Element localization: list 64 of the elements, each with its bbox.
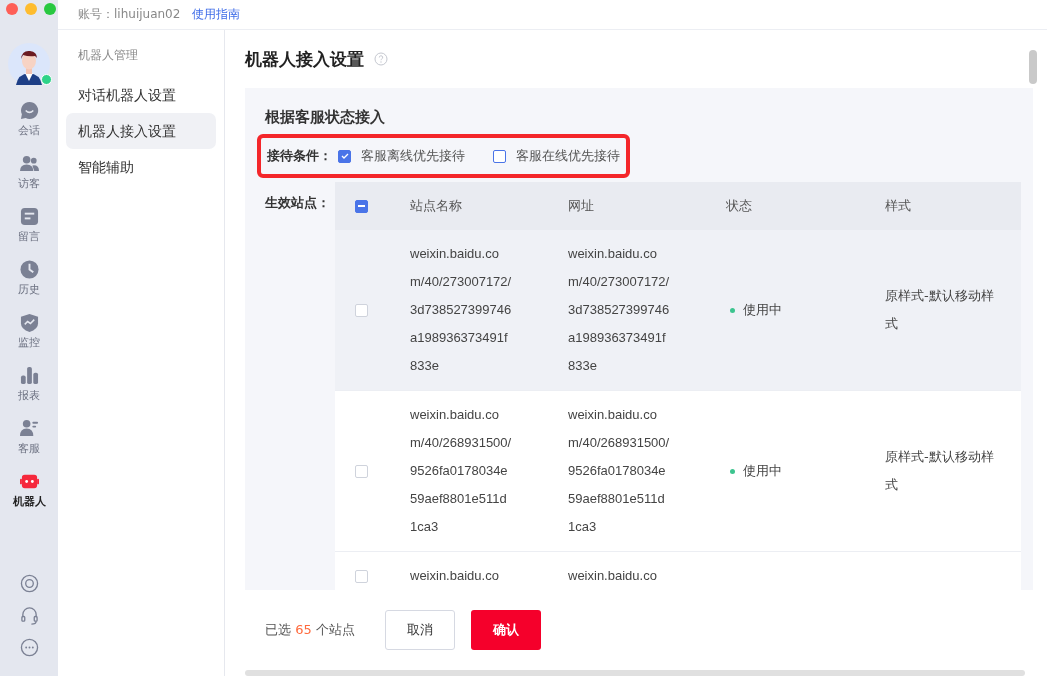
nav-item[interactable]: 访客 — [0, 146, 58, 199]
scrollbar[interactable] — [1029, 50, 1037, 84]
more-icon[interactable] — [19, 638, 39, 657]
checkbox[interactable] — [493, 149, 506, 163]
scrollbar[interactable] — [245, 670, 1025, 676]
column-header: 状态 — [726, 197, 752, 215]
nav-item[interactable]: 机器人 — [0, 464, 58, 517]
page-title: 机器人接入设置 — [245, 47, 364, 71]
section-title: 根据客服状态接入 — [265, 108, 386, 127]
maximize-icon[interactable] — [44, 3, 56, 15]
field-label: 生效站点： — [265, 194, 331, 212]
menu-item[interactable]: 对话机器人设置 — [66, 77, 216, 113]
robot-icon — [19, 472, 39, 491]
table-cell-text: 原样式-默认移动样式 — [885, 448, 995, 494]
settings-icon[interactable] — [19, 574, 39, 593]
nav-item[interactable]: 客服 — [0, 411, 58, 464]
nav-item[interactable]: 留言 — [0, 199, 58, 252]
account-label: 账号：lihuijuan02 — [78, 6, 181, 23]
table-cell-text: 原样式-默认移动样式 — [885, 287, 995, 333]
nav-item[interactable]: 监控 — [0, 305, 58, 358]
minimize-icon[interactable] — [25, 3, 37, 15]
clock-icon — [19, 260, 39, 279]
table-cell-text: weixin.baidu.co — [568, 567, 658, 585]
avatar-icon[interactable] — [8, 43, 50, 85]
person-list-icon — [19, 419, 39, 438]
select-all-checkbox[interactable] — [355, 199, 368, 213]
status-text: 使用中 — [743, 301, 782, 319]
menu-item[interactable]: 智能辅助 — [66, 149, 216, 185]
guide-link[interactable]: 使用指南 — [192, 6, 241, 23]
table-cell-text: weixin.baidu.co — [410, 567, 500, 585]
status-dot — [730, 307, 735, 313]
checkbox-label: 客服在线优先接待 — [516, 147, 620, 165]
shield-icon — [19, 313, 39, 332]
column-header: 样式 — [885, 198, 911, 213]
table-cell-text: weixin.baidu.com/40/273007172/3d738527399746a198936373491f833e — [410, 245, 512, 375]
checkbox-label: 客服离线优先接待 — [361, 147, 465, 165]
help-icon[interactable] — [374, 52, 388, 66]
table-row[interactable]: weixin.baidu.co weixin.baidu.co — [335, 552, 1021, 590]
cancel-button[interactable]: 取消 — [384, 610, 455, 650]
column-header: 网址 — [568, 198, 594, 213]
nav-item[interactable]: 历史 — [0, 252, 58, 305]
confirm-button[interactable]: 确认 — [470, 610, 541, 650]
menu-item[interactable]: 机器人接入设置 — [66, 113, 216, 149]
field-label: 接待条件： — [267, 147, 332, 165]
table-cell-text: weixin.baidu.com/40/268931500/9526fa0178034e59aef8801e511d1ca3 — [568, 406, 670, 536]
table-row[interactable]: weixin.baidu.com/40/273007172/3d738527399746a198936373491f833e weixin.baidu.com/40/273007172/3d738527399746a198936373491f833e 使用中 原样式-默认移动样式 — [335, 230, 1021, 391]
nav-item[interactable]: 会话 — [0, 93, 58, 146]
status-text: 使用中 — [743, 462, 782, 480]
checkbox[interactable] — [338, 149, 351, 163]
chat-icon — [19, 101, 39, 120]
selection-count: 已选 65 个站点 — [265, 621, 355, 639]
nav-item[interactable]: 报表 — [0, 358, 58, 411]
bar-chart-icon — [19, 366, 39, 385]
status-dot — [730, 468, 735, 474]
people-icon — [19, 154, 39, 173]
table-row[interactable]: weixin.baidu.com/40/268931500/9526fa0178034e59aef8801e511d1ca3 weixin.baidu.com/40/268931500/9526fa0178034e59aef8801e511d1ca3 使用中 原样式-默认移动样式 — [335, 391, 1021, 552]
close-icon[interactable] — [6, 3, 18, 15]
headset-icon[interactable] — [19, 606, 39, 625]
table-cell-text: weixin.baidu.com/40/268931500/9526fa0178034e59aef8801e511d1ca3 — [410, 406, 512, 536]
note-icon — [19, 207, 39, 226]
table-cell-text: weixin.baidu.com/40/273007172/3d738527399746a198936373491f833e — [568, 245, 670, 375]
check-icon — [339, 151, 350, 161]
column-header: 站点名称 — [410, 198, 462, 213]
section-heading: 机器人管理 — [77, 47, 139, 64]
